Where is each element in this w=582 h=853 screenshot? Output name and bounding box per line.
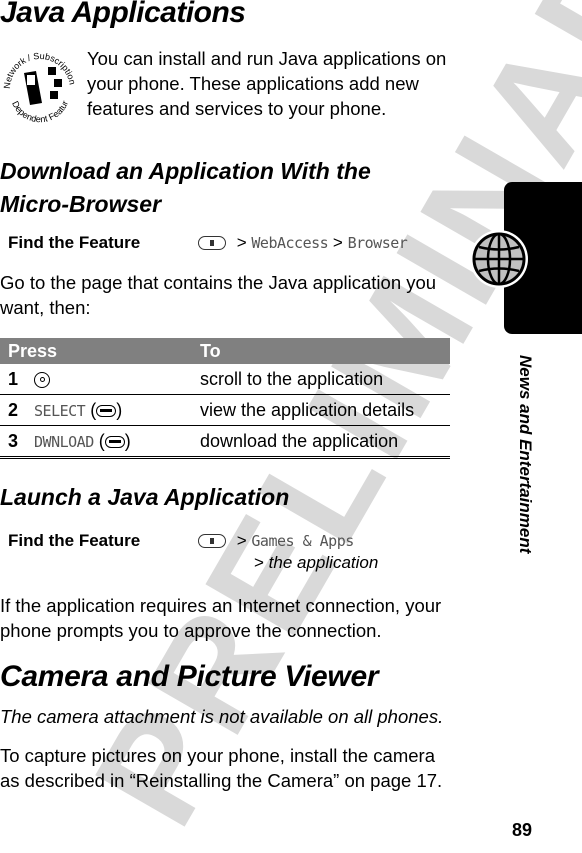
menu-item-browser: Browser bbox=[347, 234, 408, 252]
nav-key-icon bbox=[34, 371, 51, 388]
section-heading-download: Download an Application With the Micro-B… bbox=[0, 158, 371, 217]
find-feature-label: Find the Feature bbox=[8, 233, 141, 252]
menu-path: > Games & Apps bbox=[198, 531, 354, 551]
table-row: 3 DWNLOAD () download the application bbox=[0, 425, 450, 459]
menu-item-games-apps: Games & Apps bbox=[251, 532, 354, 550]
section-heading-launch: Launch a Java Application bbox=[0, 484, 290, 510]
camera-text: To capture pictures on your phone, insta… bbox=[0, 745, 443, 791]
svg-text:Network / Subscription: Network / Subscription bbox=[2, 51, 78, 89]
section-heading-camera: Camera and Picture Viewer bbox=[0, 660, 379, 693]
soft-key-icon bbox=[96, 404, 117, 417]
find-feature-label: Find the Feature bbox=[8, 531, 141, 550]
menu-key-icon bbox=[198, 533, 226, 548]
page-title: Java Applications bbox=[0, 0, 246, 29]
launch-text: If the application requires an Internet … bbox=[0, 595, 442, 641]
select-key-label: SELECT bbox=[34, 401, 86, 420]
download-key-label: DWNLOAD bbox=[34, 432, 94, 451]
chapter-label: News and Entertainment bbox=[516, 355, 535, 554]
globe-icon bbox=[470, 230, 528, 288]
menu-item-the-application: the application bbox=[268, 553, 379, 572]
download-instructions: Go to the page that contains the Java ap… bbox=[0, 272, 437, 318]
network-subscription-badge-icon: Network / Subscription Dependent Feature bbox=[2, 43, 78, 124]
table-row: 1 scroll to the application bbox=[0, 364, 450, 395]
menu-path: > WebAccess > Browser bbox=[198, 233, 408, 253]
intro-paragraph: You can install and run Java application… bbox=[87, 48, 447, 119]
menu-key-icon bbox=[198, 235, 226, 250]
press-table: Press To 1 scroll to the application 2 S… bbox=[0, 338, 450, 459]
camera-note: The camera attachment is not available o… bbox=[0, 706, 444, 727]
table-row: 2 SELECT () view the application details bbox=[0, 394, 450, 426]
menu-item-webaccess: WebAccess bbox=[251, 234, 329, 252]
header-press: Press bbox=[0, 338, 193, 364]
header-to: To bbox=[192, 338, 450, 364]
soft-key-icon bbox=[104, 435, 125, 448]
